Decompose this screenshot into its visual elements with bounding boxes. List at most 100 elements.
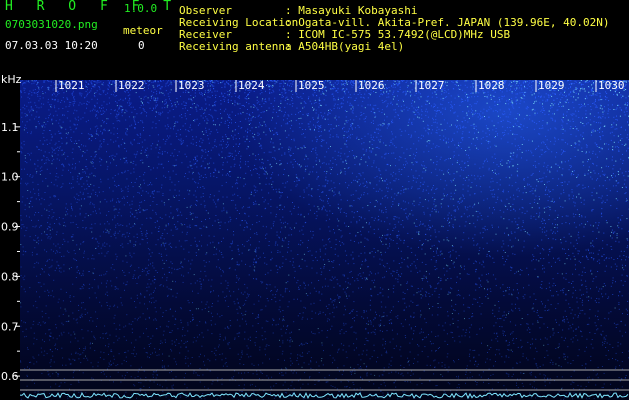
noise-speck: [603, 254, 605, 256]
noise-speck: [53, 279, 55, 281]
noise-speck: [568, 160, 569, 162]
noise-speck: [351, 150, 353, 151]
noise-speck: [242, 220, 243, 221]
noise-speck: [512, 351, 513, 353]
noise-speck: [183, 105, 185, 106]
noise-speck: [178, 190, 180, 192]
noise-speck: [193, 97, 195, 99]
noise-speck: [441, 104, 443, 106]
noise-speck: [314, 384, 316, 385]
noise-speck: [332, 267, 334, 268]
noise-speck: [125, 157, 127, 159]
noise-speck: [436, 252, 438, 254]
noise-speck: [458, 313, 460, 315]
noise-speck: [349, 94, 351, 96]
noise-speck: [539, 286, 541, 288]
noise-speck: [569, 223, 570, 225]
noise-speck: [225, 280, 227, 282]
noise-speck: [573, 392, 575, 394]
noise-speck: [37, 159, 39, 161]
noise-speck: [269, 284, 271, 286]
noise-speck: [570, 165, 572, 167]
noise-speck: [570, 158, 572, 160]
noise-speck: [404, 302, 406, 304]
noise-speck: [590, 288, 591, 290]
noise-speck: [188, 131, 190, 132]
noise-speck: [152, 335, 154, 337]
noise-speck: [441, 362, 443, 363]
noise-speck: [571, 115, 573, 117]
noise-speck: [438, 282, 440, 284]
noise-speck: [588, 381, 590, 383]
noise-speck: [316, 272, 318, 274]
noise-speck: [90, 214, 92, 216]
noise-speck: [185, 118, 187, 120]
noise-speck: [597, 112, 599, 114]
noise-speck: [376, 136, 378, 138]
noise-speck: [399, 349, 401, 351]
noise-speck: [439, 135, 441, 136]
noise-speck: [396, 194, 398, 196]
noise-speck: [241, 252, 243, 254]
noise-speck: [469, 331, 470, 333]
noise-speck: [321, 141, 323, 142]
noise-speck: [509, 101, 511, 103]
noise-speck: [140, 113, 142, 115]
noise-speck: [498, 226, 499, 228]
noise-speck: [36, 171, 38, 173]
noise-speck: [79, 288, 81, 290]
noise-speck: [421, 164, 422, 166]
noise-speck: [283, 82, 285, 84]
noise-speck: [333, 195, 335, 197]
noise-speck: [492, 239, 494, 241]
noise-speck: [599, 175, 601, 177]
noise-speck: [198, 375, 200, 377]
noise-speck: [625, 89, 627, 90]
noise-speck: [277, 115, 279, 117]
noise-speck: [38, 322, 40, 324]
noise-speck: [99, 146, 101, 148]
noise-speck: [448, 291, 450, 293]
noise-speck: [615, 180, 617, 181]
noise-speck: [96, 195, 98, 197]
noise-speck: [280, 204, 282, 206]
noise-speck: [449, 324, 451, 326]
noise-speck: [76, 244, 78, 246]
noise-speck: [106, 332, 108, 334]
noise-speck: [365, 310, 367, 312]
noise-speck: [74, 166, 76, 168]
noise-speck: [56, 231, 58, 233]
noise-speck: [612, 231, 614, 233]
noise-speck: [436, 247, 438, 249]
noise-speck: [104, 333, 106, 335]
noise-speck: [298, 243, 300, 245]
noise-speck: [588, 300, 589, 302]
noise-speck: [255, 200, 257, 202]
noise-speck: [387, 190, 389, 192]
noise-speck: [248, 274, 250, 276]
noise-speck: [494, 169, 496, 171]
noise-speck: [541, 180, 543, 182]
noise-speck: [189, 227, 191, 228]
noise-speck: [193, 337, 195, 339]
noise-speck: [249, 130, 251, 132]
noise-speck: [248, 356, 250, 358]
noise-speck: [488, 395, 490, 397]
noise-speck: [180, 144, 182, 145]
noise-speck: [226, 212, 228, 214]
noise-speck: [297, 254, 299, 255]
noise-speck: [437, 254, 439, 256]
noise-speck: [224, 120, 226, 122]
noise-speck: [596, 94, 598, 96]
noise-speck: [375, 154, 377, 156]
noise-speck: [28, 216, 30, 218]
noise-speck: [32, 305, 34, 307]
noise-speck: [82, 154, 83, 156]
noise-speck: [219, 96, 221, 97]
noise-speck: [141, 201, 143, 203]
noise-speck: [172, 384, 174, 386]
noise-speck: [439, 158, 441, 160]
noise-speck: [83, 102, 85, 104]
noise-speck: [592, 131, 594, 133]
noise-speck: [446, 264, 447, 266]
